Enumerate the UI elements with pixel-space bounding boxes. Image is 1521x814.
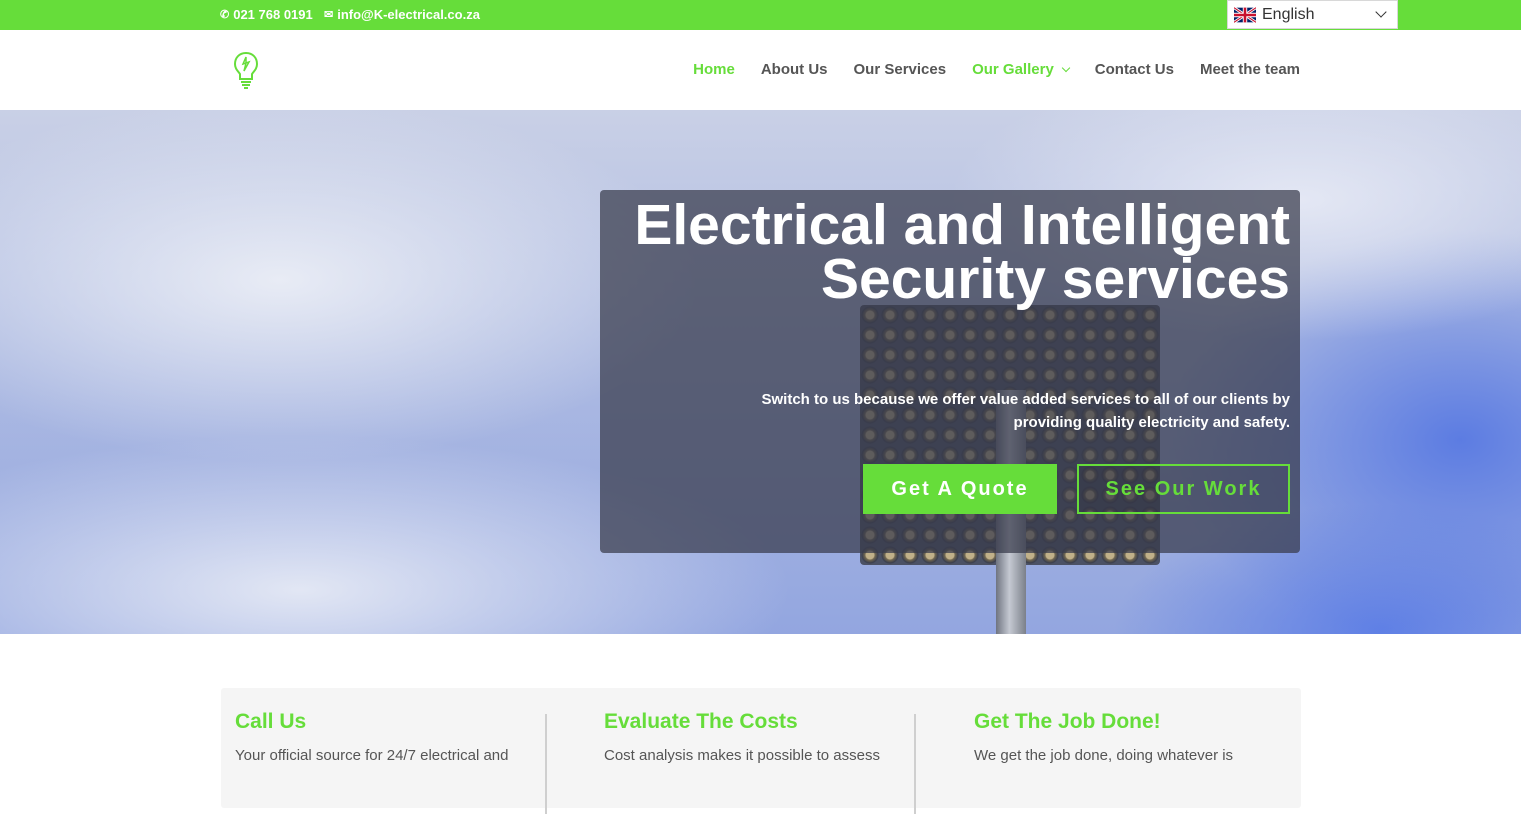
hero-section: Electrical and Intelligent Security serv… (0, 110, 1521, 634)
feature-text: We get the job done, doing whatever is (974, 747, 1234, 764)
get-a-quote-button[interactable]: Get A Quote (863, 464, 1057, 514)
hero-subtitle: Switch to us because we offer value adde… (761, 391, 1291, 431)
main-nav: Home About Us Our Services Our Gallery C… (693, 61, 1300, 78)
feature-evaluate-costs: Evaluate The Costs Cost analysis makes i… (590, 688, 930, 808)
see-our-work-button[interactable]: See Our Work (1077, 464, 1290, 514)
feature-get-job-done: Get The Job Done! We get the job done, d… (960, 688, 1300, 808)
nav-our-gallery-label: Our Gallery (972, 61, 1054, 78)
top-bar: ✆ 021 768 0191 ✉ info@K-electrical.co.za… (0, 0, 1521, 30)
feature-call-us: Call Us Your official source for 24/7 el… (221, 688, 561, 808)
feature-divider (545, 714, 547, 814)
hero-overlay-box: Electrical and Intelligent Security serv… (600, 190, 1300, 553)
phone-icon: ✆ (220, 9, 230, 21)
hero-title: Electrical and Intelligent Security serv… (634, 193, 1290, 311)
features-section: Call Us Your official source for 24/7 el… (221, 688, 1301, 814)
lightbulb-logo-icon[interactable] (233, 51, 259, 89)
feature-text: Your official source for 24/7 electrical… (235, 747, 509, 764)
nav-home[interactable]: Home (693, 61, 735, 78)
uk-flag-icon (1234, 6, 1256, 23)
envelope-icon: ✉ (324, 9, 334, 21)
nav-about-us[interactable]: About Us (761, 61, 828, 78)
chevron-down-icon (1061, 63, 1071, 72)
nav-our-gallery[interactable]: Our Gallery (972, 61, 1071, 78)
nav-contact-us[interactable]: Contact Us (1095, 61, 1174, 78)
phone-number: 021 768 0191 (233, 7, 313, 22)
feature-text: Cost analysis makes it possible to asses… (604, 747, 880, 764)
phone-contact[interactable]: ✆ 021 768 0191 (220, 7, 313, 22)
email-address: info@K-electrical.co.za (337, 7, 480, 22)
nav-our-services[interactable]: Our Services (854, 61, 947, 78)
language-selector[interactable]: English (1227, 0, 1398, 29)
feature-title: Evaluate The Costs (604, 710, 798, 733)
chevron-down-icon (1375, 6, 1387, 18)
site-header: Home About Us Our Services Our Gallery C… (0, 30, 1521, 110)
language-label: English (1262, 5, 1315, 23)
email-contact[interactable]: ✉ info@K-electrical.co.za (324, 7, 480, 22)
feature-title: Get The Job Done! (974, 710, 1161, 733)
feature-title: Call Us (235, 710, 307, 733)
nav-meet-the-team[interactable]: Meet the team (1200, 61, 1300, 78)
feature-divider (914, 714, 916, 814)
